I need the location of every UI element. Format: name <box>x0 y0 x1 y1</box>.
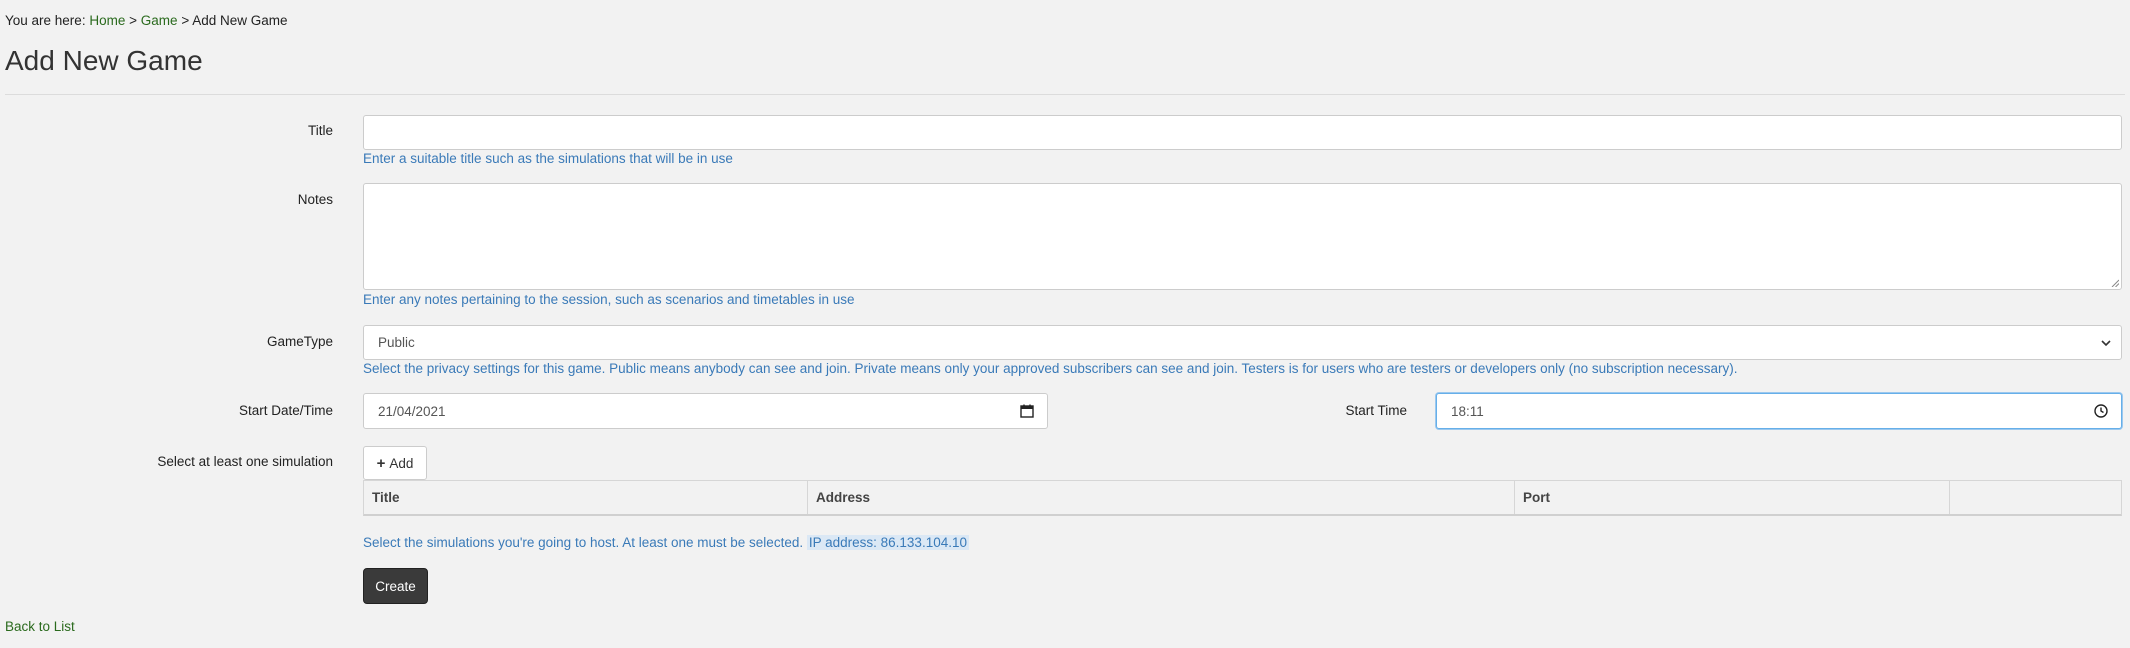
ip-address: IP address: 86.133.104.10 <box>806 535 969 550</box>
gametype-selected-value: Public <box>378 335 415 350</box>
breadcrumb: You are here: Home > Game > Add New Game <box>5 12 288 30</box>
gametype-label: GameType <box>266 334 333 349</box>
breadcrumb-game-link[interactable]: Game <box>141 13 178 28</box>
gametype-help: Select the privacy settings for this gam… <box>363 361 1738 376</box>
breadcrumb-current: Add New Game <box>192 13 288 28</box>
start-date-label: Start Date/Time <box>238 403 333 418</box>
title-divider <box>5 94 2125 95</box>
simulations-help: Select the simulations you're going to h… <box>363 534 969 552</box>
start-time-label: Start Time <box>1345 403 1407 418</box>
title-input[interactable] <box>363 115 2122 150</box>
simulations-table: Title Address Port <box>363 480 2122 516</box>
column-header-title: Title <box>364 481 808 514</box>
gametype-select[interactable]: Public <box>363 325 2122 360</box>
notes-textarea[interactable] <box>363 183 2122 290</box>
breadcrumb-separator: > <box>181 13 190 28</box>
start-time-value: 18:11 <box>1451 403 1484 419</box>
column-header-port: Port <box>1515 481 1950 514</box>
calendar-icon[interactable] <box>1019 403 1035 419</box>
add-simulation-button[interactable]: + Add <box>363 446 427 480</box>
plus-icon: + <box>376 454 386 472</box>
create-button[interactable]: Create <box>363 568 428 604</box>
notes-label: Notes <box>297 192 333 207</box>
column-header-actions <box>1950 481 2121 514</box>
breadcrumb-separator: > <box>129 13 138 28</box>
simulations-help-text: Select the simulations you're going to h… <box>363 535 804 550</box>
start-time-input[interactable]: 18:11 <box>1436 393 2122 429</box>
breadcrumb-home-link[interactable]: Home <box>89 13 125 28</box>
page: You are here: Home > Game > Add New Game… <box>0 0 2130 648</box>
simulations-label: Select at least one simulation <box>157 454 333 469</box>
title-label: Title <box>307 123 333 138</box>
start-date-input[interactable]: 21/04/2021 <box>363 393 1048 429</box>
resize-grip-icon[interactable] <box>2111 279 2119 287</box>
breadcrumb-prefix: You are here: <box>5 13 86 28</box>
back-to-list-link[interactable]: Back to List <box>5 618 75 636</box>
chevron-down-icon <box>2101 339 2111 346</box>
page-title: Add New Game <box>5 45 203 76</box>
add-simulation-label: Add <box>389 455 414 471</box>
start-date-value: 21/04/2021 <box>378 403 446 419</box>
title-help: Enter a suitable title such as the simul… <box>363 151 733 166</box>
clock-icon[interactable] <box>2093 403 2109 419</box>
notes-help: Enter any notes pertaining to the sessio… <box>363 292 855 307</box>
column-header-address: Address <box>808 481 1515 514</box>
